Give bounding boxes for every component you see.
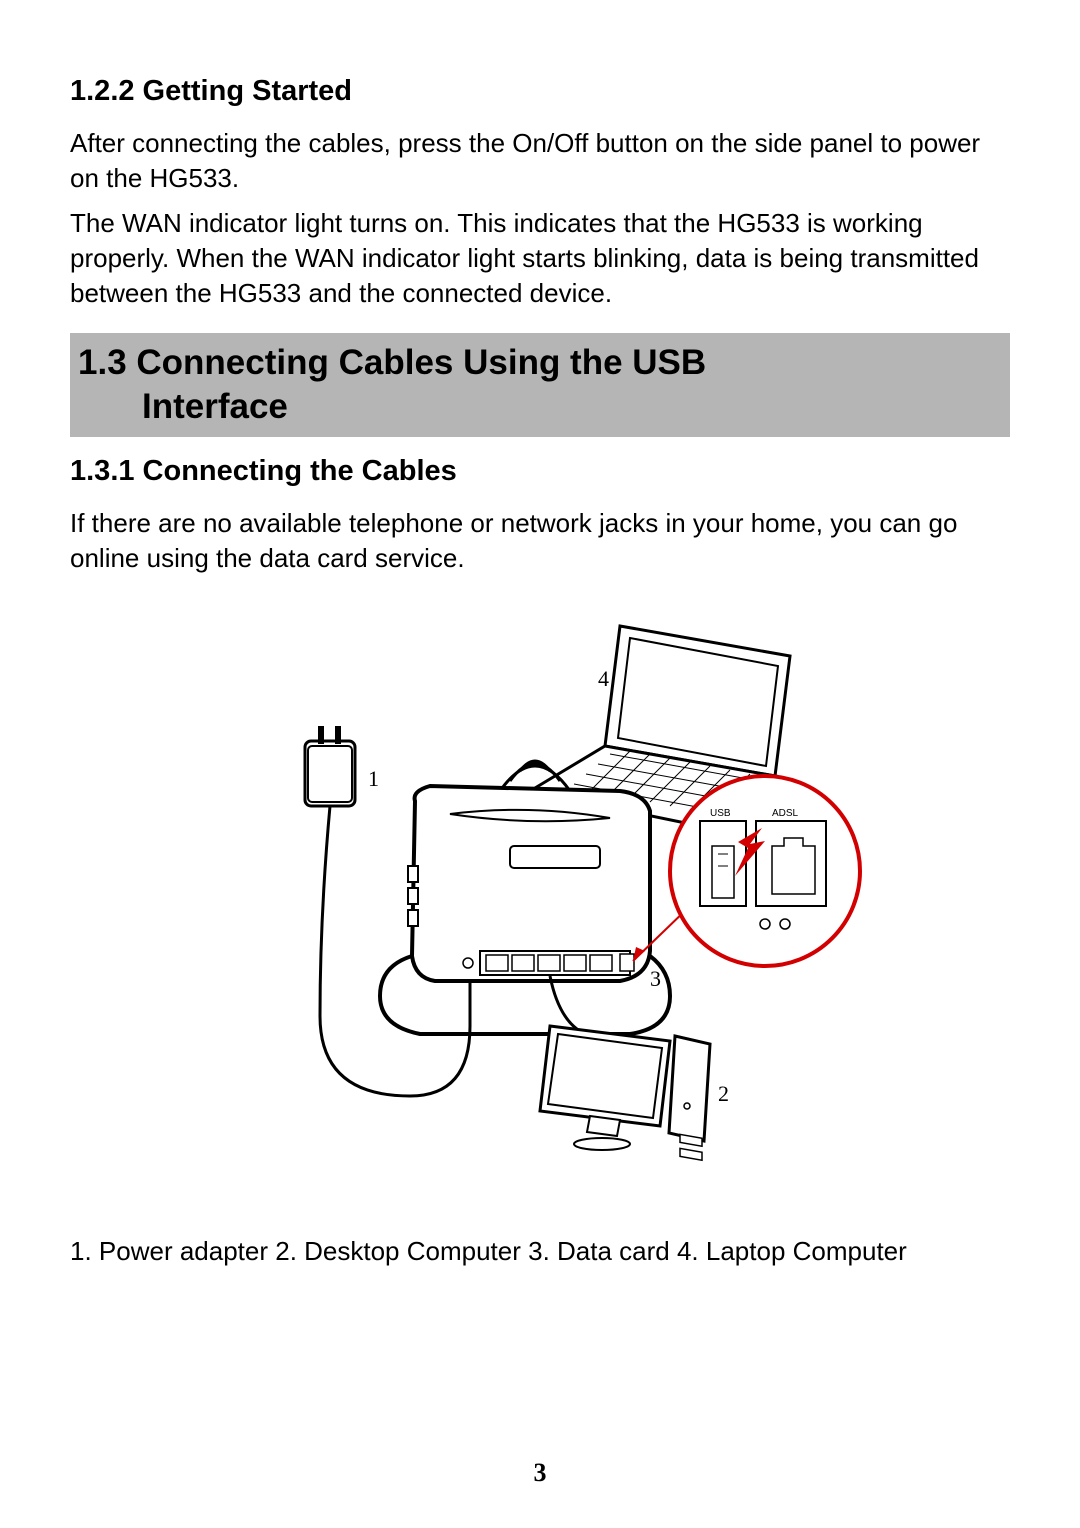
heading-1-3-1: 1.3.1 Connecting the Cables [70, 455, 1010, 488]
paragraph-1-2-2-b: The WAN indicator light turns on. This i… [70, 206, 1010, 311]
port-label-adsl: ADSL [772, 808, 799, 819]
zoom-circle: USB ADSL [670, 776, 860, 966]
section-label-1-3-line2: Interface [78, 387, 288, 426]
paragraph-1-3-1: If there are no available telephone or n… [70, 506, 1010, 576]
callout-2: 2 [718, 1081, 729, 1106]
port-label-usb: USB [710, 808, 731, 819]
router-icon [380, 786, 670, 1036]
diagram-svg: 1 4 [190, 596, 890, 1196]
callout-3: 3 [650, 966, 661, 991]
heading-1-2-2: 1.2.2 Getting Started [70, 75, 1010, 108]
section-bar-1-3: 1.3 Connecting Cables Using the USB Inte… [70, 333, 1010, 437]
section-label-1-3-line1: Connecting Cables Using the USB [136, 343, 706, 382]
paragraph-1-2-2-a: After connecting the cables, press the O… [70, 126, 1010, 196]
page-number: 3 [0, 1458, 1080, 1488]
desktop-computer-icon [540, 1026, 710, 1160]
figure-usb-connection: 1 4 [70, 596, 1010, 1196]
section-title-1-3: 1.3 Connecting Cables Using the USB Inte… [78, 341, 1000, 429]
section-number-1-3: 1.3 [78, 341, 127, 385]
callout-1: 1 [368, 766, 379, 791]
figure-legend: 1. Power adapter 2. Desktop Computer 3. … [70, 1236, 1010, 1267]
callout-4: 4 [598, 666, 609, 691]
